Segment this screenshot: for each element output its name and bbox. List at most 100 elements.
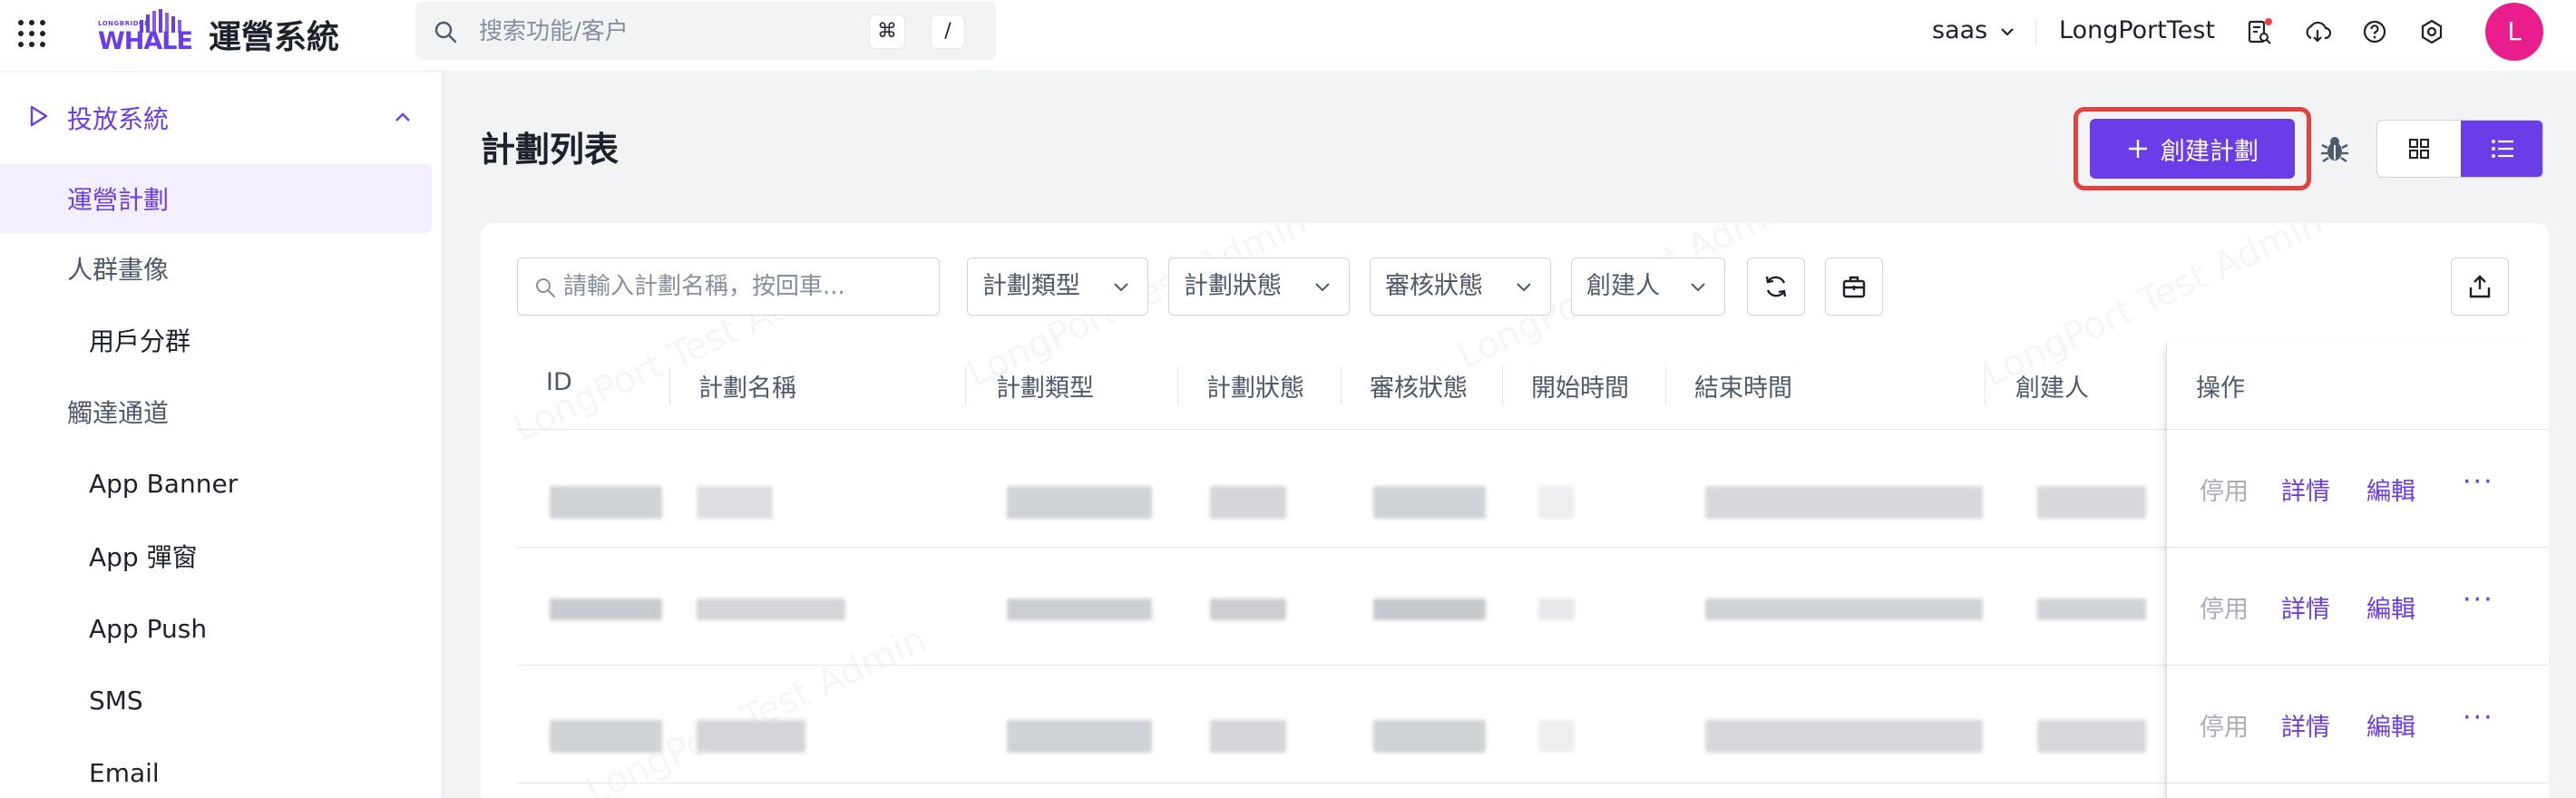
blurred-cell — [550, 486, 662, 519]
disable-button[interactable]: 停用 — [2200, 707, 2249, 743]
top-bar: LONGBRIDGE WHALE 運營系統 ⌘ / saas LongPortT… — [0, 0, 2576, 71]
logo[interactable]: LONGBRIDGE WHALE — [91, 7, 193, 55]
search-icon — [536, 278, 555, 297]
list-view-button[interactable] — [2461, 121, 2542, 177]
chevron-up-icon — [395, 112, 410, 122]
column-divider — [1985, 366, 1986, 404]
sidebar-item-label: 人群畫像 — [67, 255, 170, 285]
review-status-label: 審核狀態 — [1385, 272, 1483, 300]
plan-search[interactable] — [517, 258, 940, 316]
sidebar-item-app-banner[interactable]: App Banner — [0, 449, 432, 518]
operations-header: 操作 — [2167, 343, 2548, 430]
view-toggle — [2376, 120, 2543, 178]
plan-list-card: LongPort Test Admin LongPort Test Admin … — [481, 223, 2549, 798]
file-search-icon[interactable] — [2246, 18, 2273, 45]
more-actions-button[interactable]: ··· — [2463, 584, 2494, 616]
sidebar-item-label: App Push — [89, 613, 208, 644]
chevron-down-icon — [1517, 283, 1531, 292]
chevron-down-icon — [1114, 283, 1128, 292]
download-icon[interactable] — [2304, 18, 2331, 45]
creator-label: 創建人 — [1586, 272, 1660, 300]
list-icon — [2492, 140, 2513, 158]
bug-icon[interactable] — [2318, 132, 2351, 165]
sidebar-item-label: 觸達通道 — [67, 398, 170, 428]
disable-button[interactable]: 停用 — [2200, 589, 2249, 625]
grid-view-button[interactable] — [2377, 121, 2461, 177]
blurred-cell — [1705, 720, 1983, 753]
sidebar-item-operation-plan[interactable]: 運營計劃 — [0, 164, 432, 233]
blurred-cell — [1210, 720, 1286, 753]
sidebar-item-label: Email — [89, 757, 160, 788]
blurred-cell — [1705, 598, 1983, 620]
detail-link[interactable]: 詳情 — [2281, 472, 2330, 507]
settings-icon[interactable] — [2418, 18, 2445, 45]
sidebar-item-label: App 彈窗 — [89, 542, 198, 572]
sidebar-section-label: 投放系統 — [67, 104, 170, 134]
sidebar-item-user-segments[interactable]: 用戶分群 — [0, 306, 432, 375]
sidebar-item-sms[interactable]: SMS — [0, 666, 432, 735]
edit-link[interactable]: 編輯 — [2366, 707, 2415, 743]
create-plan-button[interactable]: 創建計劃 — [2090, 119, 2295, 179]
more-actions-button[interactable]: ··· — [2463, 702, 2494, 734]
tenant-switcher[interactable]: saas — [1932, 16, 2015, 44]
sidebar-item-label: 運營計劃 — [67, 185, 170, 215]
sidebar-item-label: App Banner — [89, 468, 239, 499]
apps-grid-icon[interactable] — [18, 20, 45, 47]
blurred-cell — [1705, 486, 1983, 519]
plan-search-input[interactable] — [563, 273, 926, 300]
sidebar-item-audience-profile[interactable]: 人群畫像 — [0, 234, 432, 303]
sidebar-section-delivery[interactable]: 投放系統 — [0, 89, 443, 143]
detail-link[interactable]: 詳情 — [2281, 707, 2330, 743]
refresh-button[interactable] — [1747, 258, 1805, 316]
global-search-input[interactable] — [479, 18, 751, 45]
blurred-cell — [1007, 598, 1152, 620]
blurred-cell — [1373, 598, 1486, 620]
blurred-cell — [1373, 486, 1486, 519]
disable-button[interactable]: 停用 — [2200, 472, 2249, 507]
blurred-cell — [697, 720, 805, 753]
operations-row: 停用 詳情 編輯 ··· — [2167, 666, 2548, 783]
column-header-end: 結束時間 — [1694, 375, 1792, 403]
grid-icon — [2409, 139, 2429, 159]
account-name[interactable]: LongPortTest — [2059, 16, 2215, 44]
blurred-cell — [1210, 598, 1286, 620]
operations-row: 停用 詳情 編輯 ··· — [2167, 548, 2548, 666]
plan-type-select[interactable]: 計劃類型 — [967, 258, 1148, 316]
blurred-cell — [2037, 720, 2146, 753]
chevron-down-icon — [2001, 27, 2014, 36]
help-icon[interactable] — [2361, 18, 2388, 45]
sidebar-item-app-push[interactable]: App Push — [0, 594, 432, 663]
user-avatar[interactable]: L — [2485, 3, 2543, 61]
column-divider — [1665, 366, 1666, 404]
column-header-type: 計劃類型 — [996, 375, 1094, 403]
more-actions-button[interactable]: ··· — [2463, 466, 2494, 498]
column-divider — [1177, 366, 1178, 404]
creator-select[interactable]: 創建人 — [1571, 258, 1725, 316]
review-status-select[interactable]: 審核狀態 — [1370, 258, 1551, 316]
plan-status-select[interactable]: 計劃狀態 — [1168, 258, 1350, 316]
toolbox-button[interactable] — [1825, 258, 1883, 316]
column-header-status: 計劃狀態 — [1206, 375, 1304, 403]
search-icon — [434, 21, 457, 44]
export-icon — [2469, 275, 2491, 298]
detail-link[interactable]: 詳情 — [2281, 589, 2330, 625]
column-header-review: 審核狀態 — [1370, 375, 1468, 403]
column-header-id: ID — [546, 368, 572, 396]
logo-main-text: WHALE — [98, 27, 193, 55]
play-icon — [30, 105, 48, 127]
chevron-down-icon — [1691, 283, 1705, 292]
sidebar-item-email[interactable]: Email — [0, 738, 432, 798]
operations-row: 停用 詳情 編輯 ··· — [2167, 430, 2548, 548]
edit-link[interactable]: 編輯 — [2366, 472, 2415, 507]
sidebar-item-app-popup[interactable]: App 彈窗 — [0, 521, 432, 590]
tenant-label: saas — [1932, 16, 1988, 44]
sidebar-item-channels[interactable]: 觸達通道 — [0, 377, 432, 446]
cmd-key-hint: ⌘ — [869, 15, 905, 49]
export-button[interactable] — [2451, 258, 2509, 316]
sidebar: 投放系統 運營計劃 人群畫像 用戶分群 觸達通道 App Banner App … — [0, 73, 443, 798]
refresh-icon — [1765, 276, 1787, 297]
column-divider — [1341, 366, 1342, 404]
column-divider — [1502, 366, 1503, 404]
global-search[interactable]: ⌘ / — [415, 2, 996, 60]
edit-link[interactable]: 編輯 — [2366, 589, 2415, 625]
